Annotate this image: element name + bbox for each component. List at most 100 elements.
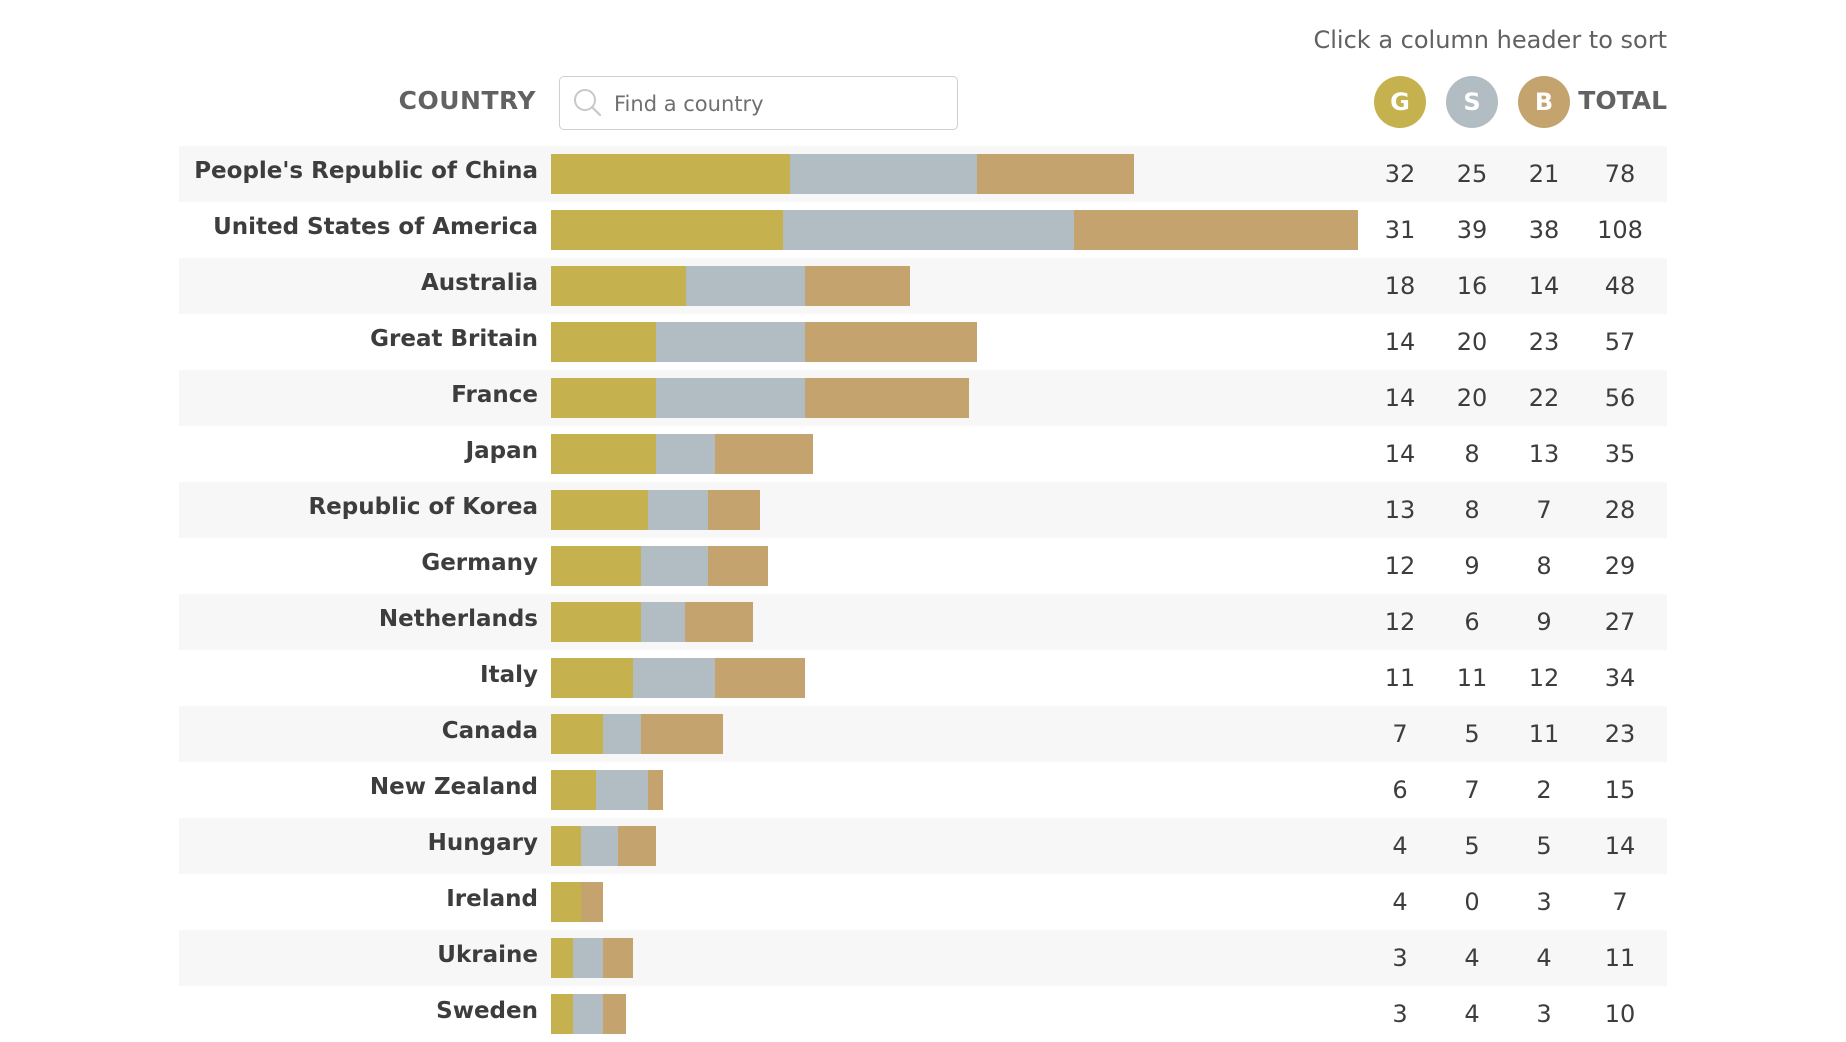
silver-count: 5 [1464,832,1480,860]
country-name: France [451,382,538,408]
bronze-bar-segment [1074,210,1358,250]
country-name: Germany [421,550,538,576]
silver-count: 9 [1464,552,1480,580]
silver-count: 25 [1456,160,1488,188]
gold-count: 32 [1384,160,1416,188]
gold-bar-segment [551,770,596,810]
silver-bar-segment [655,322,806,362]
bronze-bar-segment [707,490,761,530]
gold-count: 3 [1392,944,1408,972]
gold-bar-segment [551,826,581,866]
total-count: 23 [1604,720,1636,748]
bronze-bar-segment [618,826,656,866]
total-count: 57 [1604,328,1636,356]
silver-bar-segment [633,658,716,698]
medal-table: People's Republic of China 32 25 21 78 United… [179,146,1667,1042]
table-row: People's Republic of China 32 25 21 78 [179,146,1667,202]
total-count: 108 [1597,216,1643,244]
total-count: 15 [1604,776,1636,804]
total-column-header[interactable]: TOTAL [1578,86,1667,115]
total-count: 27 [1604,608,1636,636]
bronze-column-header[interactable]: B [1518,76,1570,128]
table-row: Australia 18 16 14 48 [179,258,1667,314]
silver-count: 0 [1464,888,1480,916]
bronze-bar-segment [805,266,910,306]
bronze-count: 4 [1536,944,1552,972]
bronze-count: 5 [1536,832,1552,860]
silver-bar-segment [640,546,708,586]
gold-column-header[interactable]: G [1374,76,1426,128]
gold-count: 4 [1392,832,1408,860]
country-name: New Zealand [369,774,538,800]
country-search[interactable] [559,76,958,130]
silver-count: 16 [1456,272,1488,300]
medal-bar [551,434,813,474]
medal-bar [551,490,761,530]
silver-bar-segment [603,714,641,754]
bronze-count: 12 [1528,664,1560,692]
country-column-header[interactable]: COUNTRY [380,86,536,115]
medal-bar [551,154,1134,194]
table-row: New Zealand 6 7 2 15 [179,762,1667,818]
country-name: Ireland [446,886,538,912]
table-row: Netherlands 12 6 9 27 [179,594,1667,650]
medal-bar [551,938,634,978]
silver-count: 8 [1464,440,1480,468]
gold-count: 12 [1384,608,1416,636]
silver-bar-segment [655,434,716,474]
gold-bar-segment [551,546,641,586]
bronze-count: 11 [1528,720,1560,748]
search-input[interactable] [612,77,946,130]
gold-bar-segment [551,658,634,698]
bronze-bar-segment [580,882,604,922]
total-count: 56 [1604,384,1636,412]
silver-count: 6 [1464,608,1480,636]
bronze-bar-segment [648,770,664,810]
table-row: Sweden 3 4 3 10 [179,986,1667,1042]
silver-column-header[interactable]: S [1446,76,1498,128]
gold-count: 14 [1384,440,1416,468]
bronze-count: 7 [1536,496,1552,524]
bronze-bar-segment [640,714,723,754]
medal-bar [551,546,768,586]
country-name: Japan [465,438,538,464]
bronze-count: 22 [1528,384,1560,412]
country-name: United States of America [213,214,538,240]
total-count: 10 [1604,1000,1636,1028]
bronze-bar-segment [603,938,634,978]
table-row: Republic of Korea 13 8 7 28 [179,482,1667,538]
gold-bar-segment [551,882,581,922]
silver-bar-segment [580,826,619,866]
medal-bar [551,770,664,810]
table-row: Ukraine 3 4 4 11 [179,930,1667,986]
table-row: France 14 20 22 56 [179,370,1667,426]
medal-bar [551,714,723,754]
country-name: People's Republic of China [194,158,538,184]
silver-bar-segment [782,210,1075,250]
gold-count: 6 [1392,776,1408,804]
bronze-count: 8 [1536,552,1552,580]
silver-count: 7 [1464,776,1480,804]
silver-bar-segment [685,266,806,306]
gold-bar-segment [551,210,783,250]
bronze-bar-segment [715,434,813,474]
gold-bar-segment [551,490,649,530]
bronze-bar-segment [603,994,626,1034]
bronze-count: 14 [1528,272,1560,300]
silver-count: 5 [1464,720,1480,748]
medal-bar [551,322,977,362]
table-row: Japan 14 8 13 35 [179,426,1667,482]
bronze-count: 38 [1528,216,1560,244]
gold-count: 11 [1384,664,1416,692]
medal-bar [551,602,753,642]
silver-bar-segment [573,938,604,978]
bronze-count: 23 [1528,328,1560,356]
country-name: Republic of Korea [308,494,538,520]
table-row: Germany 12 9 8 29 [179,538,1667,594]
gold-count: 4 [1392,888,1408,916]
gold-count: 14 [1384,384,1416,412]
table-row: Italy 11 11 12 34 [179,650,1667,706]
silver-count: 4 [1464,944,1480,972]
gold-bar-segment [551,154,791,194]
total-count: 7 [1612,888,1628,916]
